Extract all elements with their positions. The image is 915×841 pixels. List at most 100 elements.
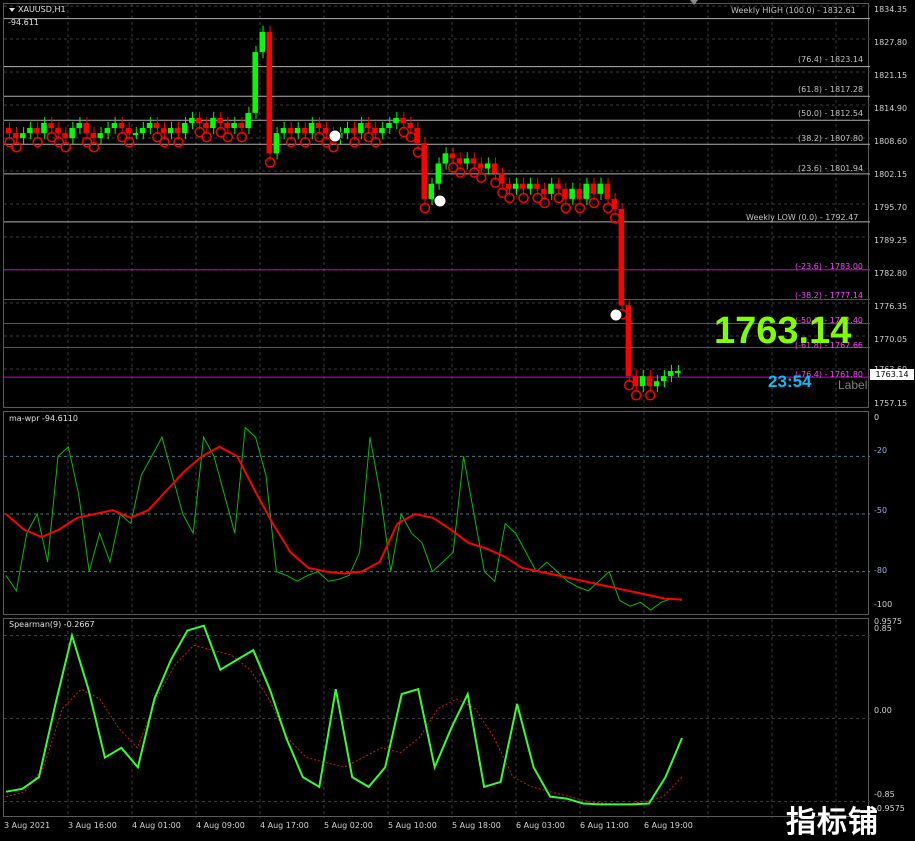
candle-body [111,122,118,129]
candle-body [477,163,484,169]
candle-body [273,133,280,154]
time-axis-label: 6 Aug 19:00 [644,821,693,830]
price-axis-label: 1821.15 [874,71,908,80]
candle-body [13,133,19,139]
candle-body [590,183,596,194]
candle-body [393,117,399,123]
candle-body [34,128,40,134]
wpr-indicator-panel[interactable] [3,411,870,616]
time-axis-label: 4 Aug 17:00 [260,821,309,830]
spearman-level-label: 0.85 [874,624,892,633]
spearman-indicator-panel[interactable] [3,618,870,818]
price-axis-label: 1789.25 [874,236,908,245]
candle-body [583,183,589,199]
candle-body [435,163,442,184]
candle-body [449,153,456,159]
candle-body [48,122,54,129]
arrow-signal-icon [433,194,447,208]
candle-body [259,31,266,53]
candle-body [618,209,625,306]
candle-body [55,128,61,134]
candle-body [20,133,26,139]
current-price-tag: 1763.14 [870,369,914,380]
candle-body [365,122,371,129]
time-axis-label: 6 Aug 03:00 [516,821,565,830]
time-axis-label: 3 Aug 16:00 [68,821,117,830]
candle-body [189,117,195,123]
candle-body [301,128,308,134]
candle-body [625,305,632,377]
price-axis-label: 1802.15 [874,170,908,179]
candle-body [639,376,646,387]
candle-body [97,133,104,139]
candle-body [484,163,491,169]
candle-body [442,153,449,164]
fib-label: Weekly LOW (0.0) - 1792.47 [746,213,859,222]
candle-body [653,381,660,387]
candle-body [555,183,561,189]
candle-body [562,188,568,199]
fib-label: (76.4) - 1823.14 [798,55,864,64]
candle-body [407,122,413,129]
candle-body [308,122,315,134]
candle-body [372,128,378,134]
candle-body [498,173,505,184]
candle-body [203,122,209,129]
candle-body [153,122,160,129]
candle-body [132,133,139,136]
candle-body [41,122,47,134]
wpr-title: ma-wpr -94.6110 [9,414,79,423]
candle-body [358,122,364,134]
candle-body [224,122,230,129]
spearman-line [5,624,683,806]
spearman-signal-line [5,644,683,805]
candle-body [386,122,392,129]
fib-label: (61.8) - 1817.28 [798,85,864,94]
watermark-logo: 指标铺 [786,805,879,840]
fib-label: Weekly HIGH (100.0) - 1832.61 [731,6,856,15]
candle-body [287,128,294,134]
price-axis-label: 1808.60 [874,137,908,146]
time-axis-label: 5 Aug 10:00 [388,821,437,830]
candle-body [604,183,611,199]
candle-body [421,143,427,199]
candle-body [118,122,125,129]
candle-body [400,117,406,123]
candle-body [491,163,498,174]
candle-body [569,188,575,199]
current-price-display: 1763.14 [714,310,852,352]
candle-body [534,183,540,189]
candle-body [463,158,470,164]
scroll-marker-icon[interactable] [690,0,698,5]
candle-body [125,128,132,134]
candle-body [505,183,512,189]
candle-body [27,128,33,134]
fib-label: (-38.2) - 1777.14 [795,291,863,300]
fib-label: (50.0) - 1812.54 [798,109,864,118]
candle-body [104,128,111,134]
candle-body [266,31,273,154]
candle-body [315,122,322,129]
fib-label: (38.2) - 1807.80 [798,134,864,143]
candle-body [611,198,618,210]
wpr-line [5,426,683,611]
wpr-ma-line [5,445,683,601]
wpr-reading: -94.611 [8,18,39,27]
candle-body [231,122,237,129]
price-axis-label: 1834.35 [874,5,908,14]
spearman-level-label: 0.00 [874,706,892,715]
arrow-signal-icon [328,129,342,143]
candle-body [238,122,244,129]
candle-body [520,183,526,189]
candle-body [351,128,357,134]
wpr-level-label: -50 [874,506,888,515]
candle-body [210,117,216,129]
time-axis-label: 6 Aug 11:00 [580,821,629,830]
candle-body [167,128,174,134]
candle-body [456,158,463,164]
candle-body [527,183,533,189]
symbol-title: XAUUSD,H1 [18,5,66,14]
wpr-level-label: 0 [874,413,880,422]
price-axis-label: 1757.15 [874,399,908,408]
wpr-chart-svg [4,412,870,616]
